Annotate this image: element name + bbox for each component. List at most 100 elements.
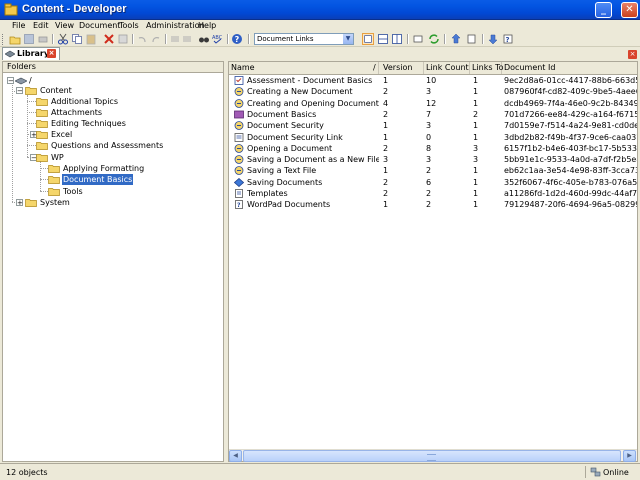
properties-icon[interactable]	[117, 33, 129, 45]
close-button[interactable]: ✕	[621, 2, 638, 18]
table-row[interactable]: Opening a Document 2 8 3 6157f1b2-b4e6-403f-…	[229, 143, 637, 154]
scroll-left-icon[interactable]: ◀	[229, 450, 242, 462]
layout-full-icon[interactable]	[362, 33, 374, 45]
table-row[interactable]: Saving a Document as a New File 3 3 3 5bb91e…	[229, 154, 637, 165]
tree-item-document-basics[interactable]: Document Basics	[48, 174, 168, 185]
column-header-version[interactable]: Version	[381, 62, 424, 74]
panel-close-icon[interactable]: ×	[628, 50, 637, 59]
tab-close-icon[interactable]: ×	[47, 49, 56, 58]
grid-header: Name / Version Link Count Links To Docume…	[229, 62, 637, 75]
column-header-document-id[interactable]: Document Id	[502, 62, 637, 74]
minimize-button[interactable]: _	[595, 2, 612, 18]
tree-item-excel[interactable]: + Excel	[30, 129, 150, 140]
cell-name: Document Basics	[247, 109, 317, 119]
column-header-name[interactable]: Name /	[229, 62, 379, 74]
tree-item-additional-topics[interactable]: Additional Topics	[36, 96, 156, 107]
collapse-icon[interactable]: −	[7, 77, 14, 85]
tree-item-editing-techniques[interactable]: Editing Techniques	[36, 118, 156, 129]
refresh-icon[interactable]	[428, 33, 440, 45]
print-icon[interactable]	[37, 33, 49, 45]
save-icon[interactable]	[23, 33, 35, 45]
check-out-icon[interactable]	[450, 33, 462, 45]
expand-icon[interactable]: +	[16, 199, 23, 207]
scroll-right-icon[interactable]: ▶	[623, 450, 636, 462]
undo-icon[interactable]	[136, 33, 148, 45]
folder-tree[interactable]: − / − Content Additional Topics Attachme…	[2, 73, 224, 462]
folder-open-icon	[36, 154, 48, 162]
cell-link-count: 2	[426, 166, 432, 176]
table-row[interactable]: Document Security 1 3 1 7d0159e7-f514-4a24-9…	[229, 120, 638, 131]
menu-document[interactable]: Document	[79, 20, 120, 32]
menu-edit[interactable]: Edit	[33, 20, 49, 32]
tree-item-questions-and-assessments[interactable]: Questions and Assessments	[36, 140, 176, 151]
folders-header: Folders	[2, 61, 224, 73]
tree-item-content[interactable]: − Content	[16, 85, 106, 96]
help-icon[interactable]: ?	[231, 33, 243, 45]
copy-icon[interactable]	[71, 33, 83, 45]
tree-item-label: Editing Techniques	[51, 119, 126, 128]
table-row[interactable]: Creating and Opening Documents 4 12 1 dcdb49…	[229, 98, 638, 109]
tree-item-label: Questions and Assessments	[51, 141, 164, 150]
scroll-thumb[interactable]	[243, 450, 621, 462]
view-mode-select[interactable]: Document Links ▼	[254, 33, 354, 45]
cell-links-to: 1	[473, 76, 479, 85]
tree-item-wp[interactable]: − WP	[30, 152, 110, 163]
table-row[interactable]: Document Basics 2 7 2 701d7266-ee84-429c-a16…	[229, 109, 637, 120]
menu-help[interactable]: Help	[198, 20, 216, 32]
cell-link-count: 2	[426, 200, 432, 210]
tree-item-attachments[interactable]: Attachments	[36, 107, 156, 118]
document-grid[interactable]: Name / Version Link Count Links To Docume…	[228, 61, 638, 462]
tree-item-label: Content	[40, 86, 72, 95]
menu-tools[interactable]: Tools	[119, 20, 139, 32]
cell-link-count: 3	[426, 121, 432, 131]
table-row[interactable]: ? WordPad Documents 1 2 1 79129487-20f6-4694-…	[229, 199, 637, 210]
tab-library[interactable]: Library ×	[2, 47, 60, 60]
tree-item-system[interactable]: + System	[16, 197, 106, 208]
table-row[interactable]: Saving Documents 2 6 1 352f6067-4f6c-405e-b7…	[229, 177, 637, 188]
collapse-icon[interactable]: −	[16, 87, 23, 95]
outdent-icon[interactable]	[169, 33, 181, 45]
table-row[interactable]: Templates 2 2 1 a11286fd-1d2d-460d-99dc-44af…	[229, 188, 637, 199]
link-icon[interactable]	[412, 33, 424, 45]
find-icon[interactable]	[198, 33, 210, 45]
layout-split-horizontal-icon[interactable]	[377, 33, 389, 45]
object-count: 12 objects	[6, 468, 48, 477]
table-row[interactable]: Document Security Link 1 0 1 3dbd2b82-f49b-4…	[229, 132, 637, 143]
toolbar-grip[interactable]	[2, 34, 4, 45]
tree-item-label: System	[40, 198, 70, 207]
paste-icon[interactable]	[85, 33, 97, 45]
network-online-icon	[590, 467, 601, 477]
menu-file[interactable]: File	[12, 20, 25, 32]
table-row[interactable]: Assessment - Document Basics 1 10 1 9ec2d8a6…	[229, 75, 637, 86]
assessment-icon	[234, 76, 244, 85]
check-in-icon[interactable]	[466, 33, 478, 45]
tab-bar: Library ×	[0, 47, 640, 60]
tree-item-applying-formatting[interactable]: Applying Formatting	[48, 163, 168, 174]
horizontal-scrollbar[interactable]: ◀ ▶	[229, 449, 637, 462]
cell-document-id: 3dbd2b82-f49b-4f37-9ce6-caa0371d04f	[504, 132, 637, 142]
chevron-down-icon[interactable]: ▼	[343, 34, 353, 44]
spell-check-icon[interactable]: ABC	[212, 33, 224, 45]
publish-icon[interactable]	[487, 33, 499, 45]
open-folder-icon[interactable]	[9, 33, 21, 45]
title-bar[interactable]: Content - Developer _ □ ✕	[0, 0, 640, 20]
cell-document-id: 7d0159e7-f514-4a24-9e81-cd0dee17cd	[504, 121, 638, 131]
menu-administration[interactable]: Administration	[146, 20, 205, 32]
cut-icon[interactable]	[57, 33, 69, 45]
layout-split-vertical-icon[interactable]	[391, 33, 403, 45]
table-row[interactable]: Creating a New Document 2 3 1 087960f4f-cd82…	[229, 86, 637, 97]
delete-icon[interactable]	[103, 33, 115, 45]
table-row[interactable]: Saving a Text File 1 2 1 eb62c1aa-3e54-4e98-…	[229, 165, 637, 176]
cell-links-to: 1	[473, 200, 479, 210]
column-header-links-to[interactable]: Links To	[470, 62, 504, 74]
cell-link-count: 3	[426, 155, 432, 165]
cell-version: 2	[383, 143, 389, 153]
cell-link-count: 6	[426, 177, 432, 187]
tree-item-tools[interactable]: Tools	[48, 186, 168, 197]
menu-view[interactable]: View	[55, 20, 74, 32]
find-replace-icon[interactable]: ?	[502, 33, 514, 45]
redo-icon[interactable]	[150, 33, 162, 45]
column-header-link-count[interactable]: Link Count	[424, 62, 470, 74]
cell-document-id: dcdb4969-7f4a-46e0-9c2b-84349b569b	[504, 98, 638, 108]
indent-icon[interactable]	[181, 33, 193, 45]
